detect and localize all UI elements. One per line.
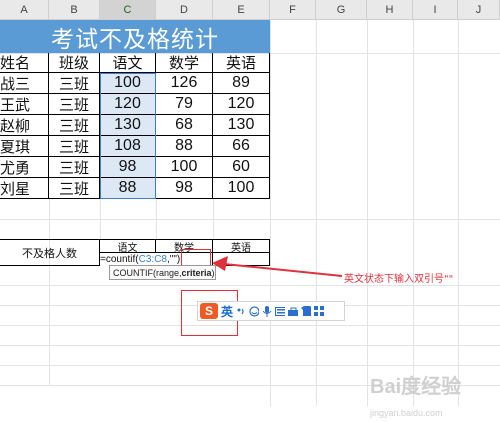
table-cell[interactable]: 130 xyxy=(213,115,270,136)
summary-subject-chinese[interactable]: 语文 xyxy=(100,239,156,254)
table-cell[interactable]: 60 xyxy=(213,157,270,178)
table-cell[interactable]: 三班 xyxy=(49,115,100,136)
gridline xyxy=(270,20,271,406)
emoji-icon[interactable] xyxy=(249,305,260,317)
column-header-f[interactable]: F xyxy=(270,0,316,20)
gridline xyxy=(0,285,500,286)
column-header-h[interactable]: H xyxy=(367,0,413,20)
column-header-j[interactable]: J xyxy=(458,0,500,20)
table-cell[interactable]: 100 xyxy=(100,73,156,94)
table-cell[interactable]: 三班 xyxy=(49,157,100,178)
table-cell[interactable]: 100 xyxy=(213,178,270,199)
header-cell-class[interactable]: 班级 xyxy=(49,53,100,73)
gridline xyxy=(0,325,500,326)
function-tooltip[interactable]: COUNTIF(range, criteria) xyxy=(109,265,216,280)
table-cell[interactable]: 88 xyxy=(100,178,156,199)
sheet-title[interactable]: 考试不及格统计 xyxy=(0,20,270,53)
ime-mode-toggle[interactable]: 英 xyxy=(221,303,233,320)
header-cell-english[interactable]: 英语 xyxy=(213,53,270,73)
gridline xyxy=(49,199,50,386)
watermark-text: Bai度经验 xyxy=(370,376,462,398)
red-arrow-icon xyxy=(212,256,343,277)
table-cell[interactable]: 赵柳 xyxy=(0,115,49,136)
column-header-e[interactable]: E xyxy=(213,0,270,20)
table-cell[interactable]: 89 xyxy=(213,73,270,94)
table-cell[interactable]: 88 xyxy=(156,136,213,157)
ime-toolbar[interactable]: S 英 xyxy=(197,301,345,321)
table-cell[interactable]: 战三 xyxy=(0,73,49,94)
gridline xyxy=(0,345,500,346)
table-cell[interactable]: 刘星 xyxy=(0,178,49,199)
table-cell[interactable]: 79 xyxy=(156,94,213,115)
column-header-c[interactable]: C xyxy=(100,0,156,20)
table-cell[interactable]: 夏琪 xyxy=(0,136,49,157)
formula-prefix: =countif( xyxy=(100,254,139,265)
formula-range-ref: C3:C8 xyxy=(138,254,167,265)
toolbox-icon[interactable] xyxy=(288,306,299,316)
table-cell[interactable]: 王武 xyxy=(0,94,49,115)
table-cell[interactable]: 66 xyxy=(213,136,270,157)
annotation-text: 英文状态下输入双引号"" xyxy=(344,274,454,285)
tooltip-criteria: criteria xyxy=(181,267,212,278)
gridline xyxy=(0,365,500,366)
summary-subject-english[interactable]: 英语 xyxy=(213,239,270,254)
punctuation-icon[interactable] xyxy=(236,306,246,316)
grid-icon[interactable] xyxy=(314,306,325,316)
column-header-i[interactable]: I xyxy=(413,0,458,20)
table-cell[interactable]: 三班 xyxy=(49,178,100,199)
table-cell[interactable]: 100 xyxy=(156,157,213,178)
gridline xyxy=(413,20,414,406)
summary-label[interactable]: 不及格人数 xyxy=(0,239,100,266)
skin-icon[interactable] xyxy=(301,306,312,316)
table-cell[interactable]: 120 xyxy=(100,94,156,115)
table-cell[interactable]: 尤勇 xyxy=(0,157,49,178)
spreadsheet: A B C D E F G H I J 考试不及格统计 姓名 班级 语文 数学 … xyxy=(0,0,500,418)
watermark-url: jingyan.baidu.com xyxy=(370,408,443,418)
header-cell-name[interactable]: 姓名 xyxy=(0,53,49,73)
header-cell-chinese[interactable]: 语文 xyxy=(100,53,156,73)
header-cell-math[interactable]: 数学 xyxy=(156,53,213,73)
column-header-g[interactable]: G xyxy=(316,0,367,20)
microphone-icon[interactable] xyxy=(262,305,272,317)
formula-suffix: ,"") xyxy=(167,254,181,265)
column-header-b[interactable]: B xyxy=(49,0,100,20)
watermark-logo: Bai度经验 jingyan.baidu.com xyxy=(370,370,461,422)
table-cell[interactable]: 98 xyxy=(100,157,156,178)
table-cell[interactable]: 120 xyxy=(213,94,270,115)
gridline xyxy=(316,20,317,406)
tooltip-signature: COUNTIF(range, xyxy=(113,267,182,278)
column-header-a[interactable]: A xyxy=(0,0,49,20)
sogou-logo-icon[interactable]: S xyxy=(200,303,218,319)
table-cell[interactable]: 三班 xyxy=(49,73,100,94)
column-header-d[interactable]: D xyxy=(156,0,213,20)
gridline xyxy=(0,219,500,220)
gridline xyxy=(458,20,459,406)
gridline xyxy=(367,20,368,406)
table-cell[interactable]: 68 xyxy=(156,115,213,136)
quotes-highlight-box xyxy=(181,249,211,266)
table-cell[interactable]: 130 xyxy=(100,115,156,136)
table-cell[interactable]: 126 xyxy=(156,73,213,94)
keyboard-icon[interactable] xyxy=(275,306,286,316)
table-cell[interactable]: 三班 xyxy=(49,94,100,115)
table-cell[interactable]: 108 xyxy=(100,136,156,157)
table-cell[interactable]: 三班 xyxy=(49,136,100,157)
table-cell[interactable]: 98 xyxy=(156,178,213,199)
